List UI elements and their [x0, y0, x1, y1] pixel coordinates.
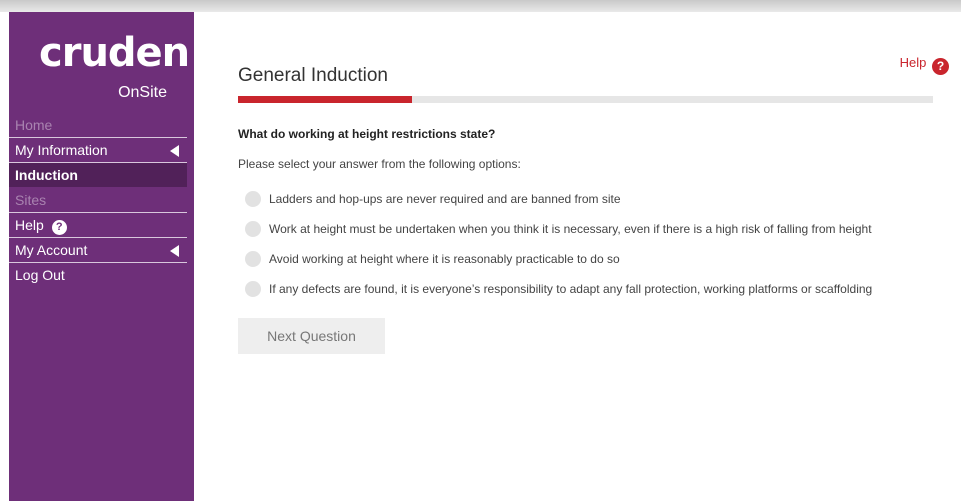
logo-wordmark: cruden — [39, 30, 190, 76]
window-top-bar — [0, 0, 961, 12]
sidebar-item-label: Log Out — [15, 267, 65, 283]
radio-button[interactable] — [245, 221, 261, 237]
sidebar-item-induction[interactable]: Induction — [9, 163, 187, 188]
help-question-icon: ? — [932, 58, 949, 75]
answer-option[interactable]: If any defects are found, it is everyone… — [245, 274, 945, 304]
sidebar-item-label: My Account — [15, 242, 88, 258]
answer-options: Ladders and hop-ups are never required a… — [245, 184, 945, 304]
page-title: General Induction — [238, 65, 388, 86]
logo-subtitle: OnSite — [118, 84, 167, 101]
expand-arrow-icon[interactable] — [170, 145, 179, 157]
answer-option-label[interactable]: Work at height must be undertaken when y… — [269, 222, 872, 236]
help-link[interactable]: Help ? — [900, 55, 949, 75]
next-question-button[interactable]: Next Question — [238, 318, 385, 354]
radio-button[interactable] — [245, 251, 261, 267]
sidebar-item-label: Help — [15, 217, 44, 233]
sidebar-item-home[interactable]: Home — [9, 113, 187, 138]
sidebar-item-my-account[interactable]: My Account — [9, 238, 187, 263]
sidebar-item-label: Sites — [15, 192, 47, 208]
answer-option-label[interactable]: Ladders and hop-ups are never required a… — [269, 192, 621, 206]
help-question-icon: ? — [51, 220, 67, 235]
sidebar-item-label: Induction — [15, 167, 78, 183]
sidebar: cruden OnSite Home My Information Induct… — [9, 12, 194, 501]
sidebar-item-label: Home — [15, 117, 53, 133]
sidebar-item-help[interactable]: Help ? — [9, 213, 187, 238]
radio-button[interactable] — [245, 281, 261, 297]
question-text: What do working at height restrictions s… — [238, 127, 496, 141]
sidebar-nav: Home My Information Induction Sites Help… — [9, 113, 187, 288]
help-link-label: Help — [899, 55, 927, 70]
sidebar-item-my-information[interactable]: My Information — [9, 138, 187, 163]
progress-bar-fill — [238, 96, 412, 103]
expand-arrow-icon[interactable] — [170, 245, 179, 257]
cruden-logo[interactable]: cruden OnSite — [39, 26, 190, 106]
answer-option[interactable]: Ladders and hop-ups are never required a… — [245, 184, 945, 214]
answer-option-label[interactable]: If any defects are found, it is everyone… — [269, 282, 872, 296]
answer-option[interactable]: Avoid working at height where it is reas… — [245, 244, 945, 274]
sidebar-item-sites[interactable]: Sites — [9, 188, 187, 213]
radio-button[interactable] — [245, 191, 261, 207]
answer-option[interactable]: Work at height must be undertaken when y… — [245, 214, 945, 244]
progress-bar — [238, 96, 933, 103]
instructions-text: Please select your answer from the follo… — [238, 157, 521, 171]
sidebar-item-label: My Information — [15, 142, 108, 158]
answer-option-label[interactable]: Avoid working at height where it is reas… — [269, 252, 620, 266]
sidebar-item-log-out[interactable]: Log Out — [9, 263, 187, 288]
